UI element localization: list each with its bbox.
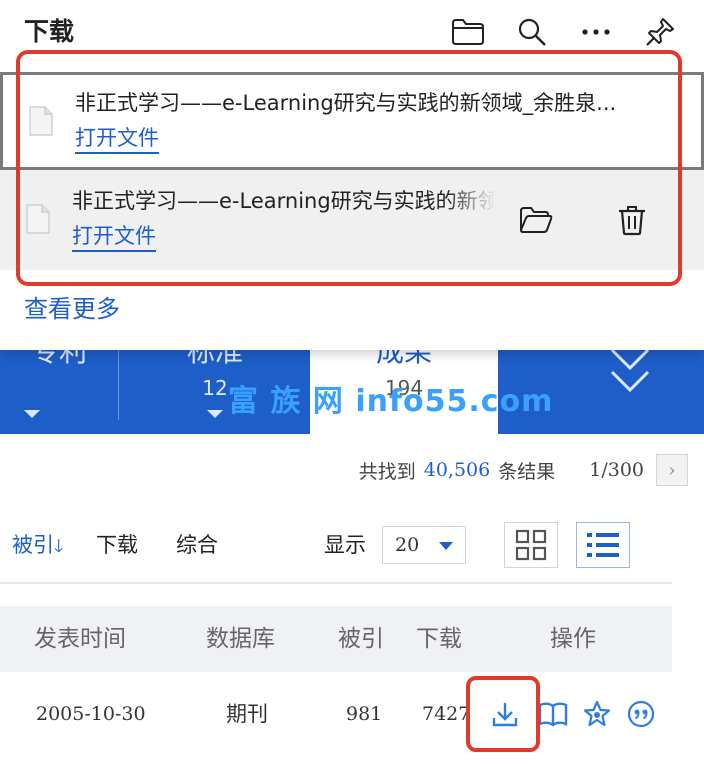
download-highlight-box: [466, 676, 540, 752]
more-icon: [582, 29, 610, 35]
see-more-link[interactable]: 查看更多: [24, 292, 120, 326]
read-icon: [538, 702, 568, 727]
double-chevron-down-icon: [610, 348, 650, 393]
chevron-right-icon: ›: [668, 459, 676, 481]
downloads-title: 下载: [24, 17, 75, 46]
results-summary: 共找到 40,506 条结果 1/300 ›: [359, 454, 688, 486]
sort-by-overall[interactable]: 综合: [176, 530, 218, 560]
page-size-select[interactable]: 20: [382, 526, 466, 564]
column-header-database: 数据库: [206, 626, 275, 652]
open-downloads-folder-button[interactable]: [450, 14, 486, 50]
pin-icon: [646, 18, 674, 46]
results-count: 40,506: [423, 459, 491, 481]
caret-down-icon: [439, 542, 453, 550]
sort-by-cited[interactable]: 被引🡓: [12, 530, 63, 562]
row-date: 2005-10-30: [36, 703, 146, 725]
chevron-down-icon: [24, 410, 40, 418]
grid-view-button[interactable]: [504, 522, 558, 568]
cite-icon: [627, 700, 655, 728]
sort-bar: 被引🡓 下载 综合 显示 20: [0, 506, 672, 584]
row-cited: 981: [346, 703, 383, 725]
favorite-icon: [583, 700, 611, 727]
downloads-panel: 下载 非正式学习——e-Learning研究与实践的新领域_余胜泉... 打开文…: [0, 0, 704, 350]
column-header-cited[interactable]: 被引: [338, 623, 384, 655]
tab-divider: [118, 350, 119, 420]
table-row: 2005-10-30 期刊 981 7427: [0, 672, 672, 758]
row-read-button[interactable]: [538, 699, 568, 729]
row-database: 期刊: [226, 702, 268, 726]
page-indicator: 1/300: [589, 459, 644, 481]
list-icon: [587, 533, 619, 557]
pin-panel-button[interactable]: [642, 14, 678, 50]
watermark: 富 族 网 info55.com: [228, 384, 554, 419]
more-options-button[interactable]: [578, 14, 614, 50]
chevron-down-icon: [207, 410, 223, 418]
display-label: 显示: [324, 533, 366, 557]
arrow-down-icon: 🡓: [54, 536, 64, 557]
next-page-button[interactable]: ›: [656, 454, 688, 486]
row-favorite-button[interactable]: [582, 699, 612, 729]
row-downloads: 7427: [422, 703, 471, 725]
row-cite-button[interactable]: [626, 699, 656, 729]
column-header-downloads[interactable]: 下载: [416, 623, 462, 655]
grid-icon: [515, 529, 547, 561]
column-header-date[interactable]: 发表时间: [34, 623, 126, 655]
search-icon: [518, 18, 546, 46]
sort-by-download[interactable]: 下载: [96, 530, 138, 560]
results-table-header: 发表时间 数据库 被引 下载 操作: [0, 606, 672, 672]
list-view-button[interactable]: [576, 522, 630, 568]
column-header-actions: 操作: [550, 626, 596, 652]
downloads-highlight-box: [16, 50, 682, 286]
folder-icon: [452, 19, 484, 45]
search-downloads-button[interactable]: [514, 14, 550, 50]
